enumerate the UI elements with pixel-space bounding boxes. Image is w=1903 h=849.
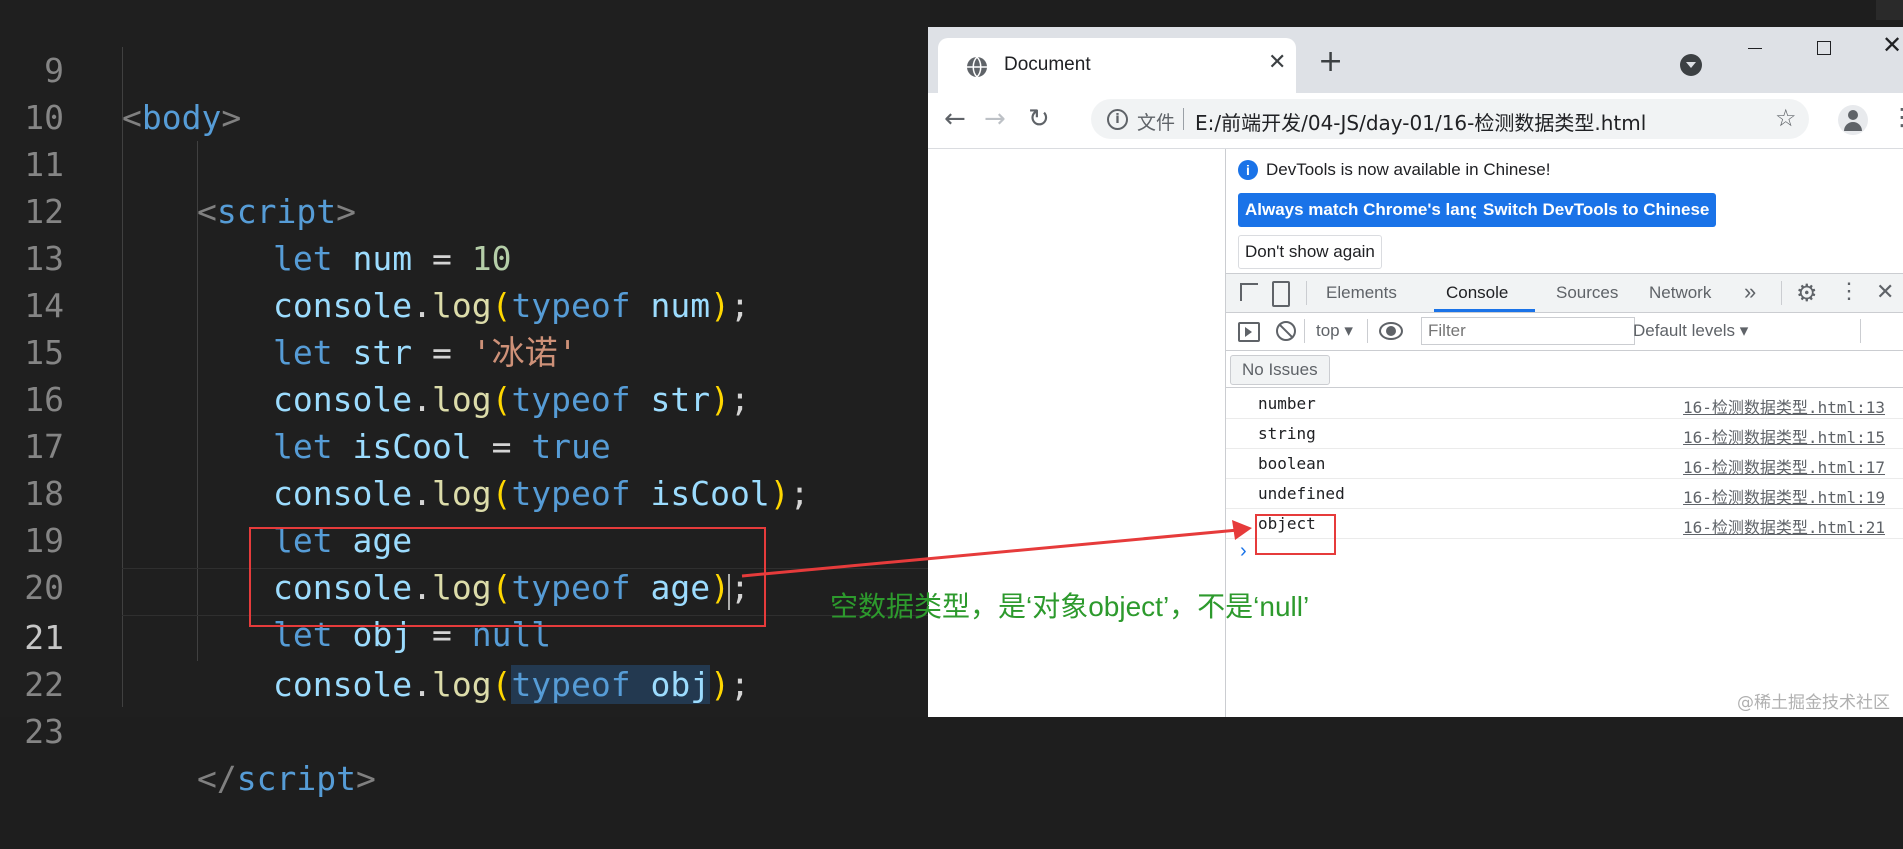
dont-show-again-button[interactable]: Don't show again (1238, 235, 1382, 269)
code-line[interactable]: 10 (0, 47, 79, 137)
code-line[interactable]: 11 <script> (0, 94, 356, 231)
language-banner: i DevTools is now available in Chinese! … (1226, 149, 1903, 273)
code-line[interactable]: 22 (0, 614, 79, 704)
code-line[interactable]: 9 <body> (0, 0, 241, 137)
highlight-box-code (249, 527, 766, 627)
url-text[interactable]: E:/前端开发/04-JS/day-01/16-检测数据类型.html (1195, 107, 1646, 136)
switch-chinese-button[interactable]: Switch DevTools to Chinese (1476, 193, 1717, 227)
tab-sources[interactable]: Sources (1556, 283, 1618, 303)
issues-bar: No Issues (1226, 351, 1903, 388)
divider (1860, 319, 1861, 343)
log-source-link[interactable]: 16-检测数据类型.html:19 (1683, 484, 1885, 508)
code-line[interactable]: 13 console.log(typeof num); (0, 188, 750, 325)
tab-elements[interactable]: Elements (1326, 283, 1397, 303)
window-close-icon[interactable]: ✕ (1882, 31, 1902, 59)
devtools-panel: i DevTools is now available in Chinese! … (1226, 149, 1903, 717)
settings-gear-icon[interactable]: ⚙ (1796, 279, 1818, 308)
line-number: 23 (24, 712, 64, 751)
log-levels-dropdown[interactable]: Default levels ▾ (1633, 321, 1748, 341)
annotation-text: 空数据类型，是‘对象object’，不是‘null’ (830, 591, 1310, 622)
tab-title: Document (1004, 54, 1091, 75)
console-toolbar: top ▾ Default levels ▾ (1226, 312, 1903, 351)
code-line[interactable]: 12 let num = 10 (0, 141, 511, 278)
minimize-icon[interactable] (1748, 48, 1762, 49)
highlight-box-object (1255, 514, 1336, 555)
show-sidebar-icon[interactable] (1238, 322, 1260, 342)
filter-input[interactable] (1421, 317, 1635, 345)
bookmark-star-icon[interactable]: ☆ (1775, 104, 1797, 132)
browser-menu-icon[interactable]: ⋮ (1890, 103, 1903, 131)
log-source-link[interactable]: 16-检测数据类型.html:13 (1683, 394, 1885, 418)
console-prompt-icon[interactable]: › (1240, 540, 1247, 563)
divider (1306, 281, 1307, 305)
divider (1183, 108, 1184, 130)
browser-toolbar: ← → ↻ i 文件 E:/前端开发/04-JS/day-01/16-检测数据类… (928, 93, 1903, 149)
page-viewport (928, 149, 1226, 717)
devtools-tabbar: Elements Console Sources Network » ⚙ ⋮ ✕ (1226, 273, 1903, 313)
console-log-row: boolean 16-检测数据类型.html:17 (1226, 448, 1903, 479)
code-line[interactable]: 15 console.log(typeof str); (0, 282, 750, 419)
code-line[interactable]: 20 let obj = null (0, 517, 551, 654)
console-log-row: string 16-检测数据类型.html:15 (1226, 418, 1903, 449)
reload-icon[interactable]: ↻ (1028, 104, 1050, 134)
code-line[interactable]: 23 </script> (0, 661, 376, 798)
code-line[interactable]: 16 let isCool = true (0, 329, 611, 466)
watermark: @稀土掘金技术社区 (1737, 693, 1890, 713)
devtools-close-icon[interactable]: ✕ (1876, 279, 1894, 305)
log-message: string (1258, 424, 1316, 443)
info-circle-icon: i (1238, 160, 1258, 180)
no-issues-button[interactable]: No Issues (1230, 355, 1330, 385)
profile-avatar-icon[interactable] (1838, 105, 1868, 135)
back-icon[interactable]: ← (944, 104, 966, 134)
forward-icon[interactable]: → (984, 104, 1006, 134)
device-toolbar-icon[interactable] (1272, 281, 1290, 307)
tab-console[interactable]: Console (1446, 283, 1508, 303)
code-editor[interactable]: 9 <body> 10 11 <script> 12 let num = 10 … (0, 0, 930, 798)
title-bar: Document ✕ + ✕ (928, 27, 1903, 93)
banner-text: DevTools is now available in Chinese! (1266, 160, 1551, 179)
code-line-active[interactable]: 21 console.log(typeof obj); (0, 567, 750, 704)
new-tab-button[interactable]: + (1318, 47, 1343, 77)
divider (1304, 319, 1305, 343)
code-line[interactable]: 18 let age (0, 423, 412, 560)
code-line[interactable]: 19 console.log(typeof age); (0, 470, 750, 607)
log-source-link[interactable]: 16-检测数据类型.html:15 (1683, 424, 1885, 448)
console-log-row: undefined 16-检测数据类型.html:19 (1226, 478, 1903, 509)
log-source-link[interactable]: 16-检测数据类型.html:21 (1683, 514, 1885, 538)
info-icon[interactable]: i (1107, 109, 1128, 130)
tab-close-icon[interactable]: ✕ (1268, 50, 1286, 75)
code-line[interactable]: 14 let str = '冰诺' (0, 235, 577, 372)
context-selector[interactable]: top ▾ (1316, 321, 1353, 341)
log-message: boolean (1258, 454, 1326, 473)
log-message: undefined (1258, 484, 1345, 503)
more-tabs-icon[interactable]: » (1744, 279, 1756, 305)
tab-network[interactable]: Network (1649, 283, 1711, 303)
minimap-edge (1876, 0, 1903, 20)
tab-search-icon[interactable] (1680, 54, 1702, 76)
console-log-row: number 16-检测数据类型.html:13 (1226, 388, 1903, 419)
browser-tab[interactable]: Document ✕ (938, 38, 1296, 93)
code-line[interactable]: 17 console.log(typeof isCool); (0, 376, 809, 513)
divider (1781, 281, 1782, 305)
live-expression-eye-icon[interactable] (1379, 322, 1403, 340)
file-chip: 文件 (1137, 112, 1176, 134)
maximize-icon[interactable] (1817, 41, 1831, 55)
devtools-menu-icon[interactable]: ⋮ (1838, 278, 1860, 304)
divider (1367, 319, 1368, 343)
log-source-link[interactable]: 16-检测数据类型.html:17 (1683, 454, 1885, 478)
address-bar[interactable]: i 文件 E:/前端开发/04-JS/day-01/16-检测数据类型.html… (1091, 99, 1809, 139)
inspect-element-icon[interactable] (1240, 283, 1258, 301)
clear-console-icon[interactable] (1276, 321, 1296, 341)
globe-icon (967, 56, 987, 78)
log-message: number (1258, 394, 1316, 413)
